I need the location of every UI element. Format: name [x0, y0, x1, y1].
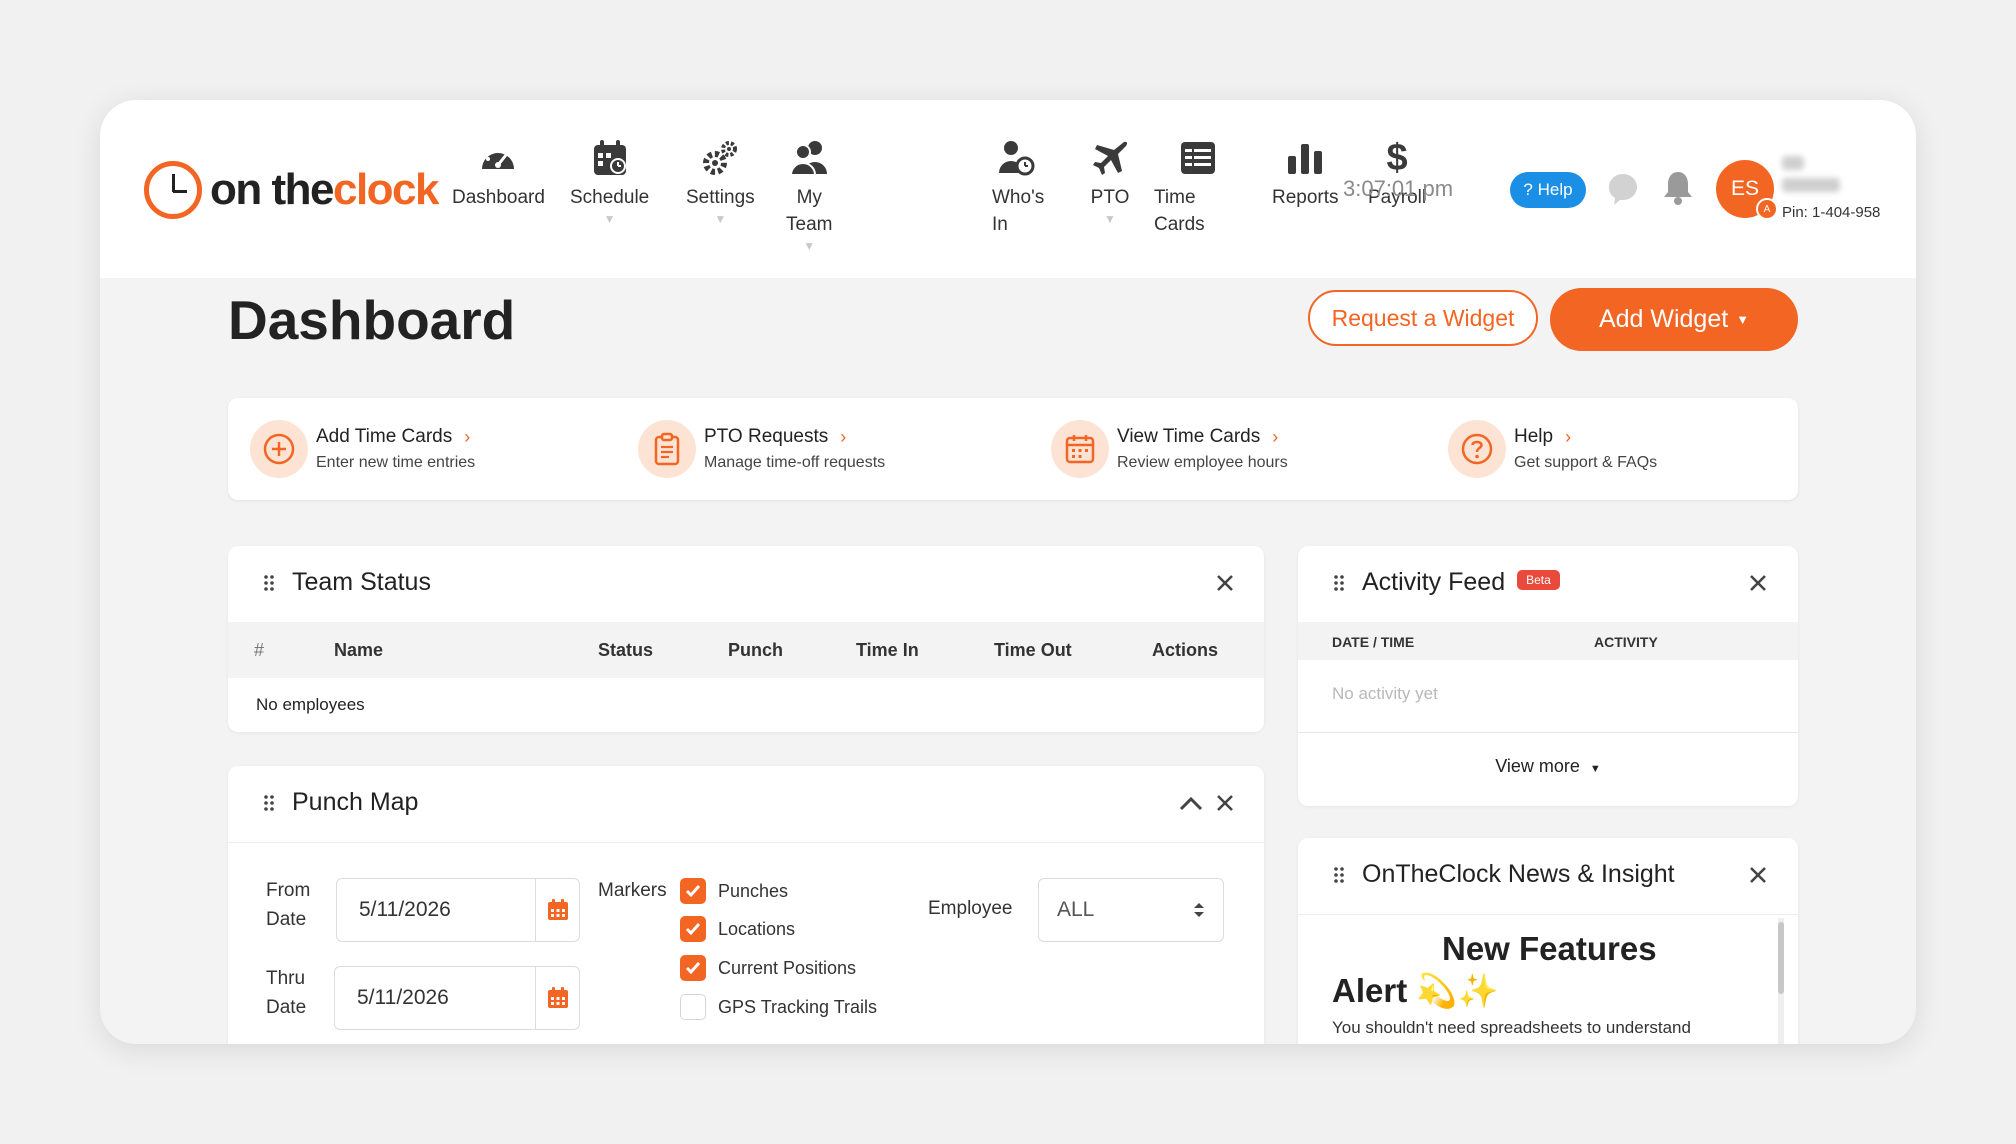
- activity-feed-widget: Activity Feed Beta DATE / TIME ACTIVITY N…: [1298, 546, 1798, 806]
- activity-feed-table-header: DATE / TIME ACTIVITY: [1298, 622, 1798, 660]
- notification-bell-icon[interactable]: [1662, 170, 1694, 211]
- employee-select[interactable]: ALL: [1038, 878, 1224, 942]
- page-title: Dashboard: [228, 289, 516, 351]
- question-circle-icon: [1448, 420, 1506, 478]
- pto-plane-icon: [1088, 136, 1132, 180]
- drag-handle-icon[interactable]: [264, 795, 274, 811]
- divider: [1298, 914, 1798, 915]
- drag-handle-icon[interactable]: [1334, 867, 1344, 883]
- news-title: OnTheClock News & Insight: [1362, 860, 1675, 888]
- close-icon[interactable]: [1745, 570, 1771, 596]
- thru-date-field[interactable]: 5/11/2026: [334, 966, 580, 1030]
- user-company-redacted: [1782, 178, 1840, 192]
- chevron-right-icon: ›: [1565, 426, 1572, 447]
- chevron-down-icon: ▼: [603, 212, 616, 226]
- news-body: You shouldn't need spreadsheets to under…: [1332, 1018, 1691, 1037]
- plus-circle-icon: [250, 420, 308, 478]
- nav-pto[interactable]: PTO ▼: [1088, 136, 1132, 225]
- settings-gears-icon: [698, 136, 742, 180]
- brand-logo[interactable]: on theclock: [144, 160, 440, 220]
- marker-punches-checkbox[interactable]: Punches: [680, 878, 788, 904]
- empty-state-text: No activity yet: [1332, 684, 1438, 703]
- brand-name: on theclock: [210, 165, 440, 214]
- schedule-calendar-icon: [588, 136, 632, 180]
- chevron-down-icon: ▼: [803, 239, 816, 253]
- chevron-right-icon: ›: [1272, 426, 1279, 447]
- avatar-role-badge: A: [1756, 198, 1778, 220]
- add-widget-button[interactable]: Add Widget ▼: [1550, 288, 1798, 351]
- from-date-field[interactable]: 5/11/2026: [336, 878, 580, 942]
- marker-current-positions-checkbox[interactable]: Current Positions: [680, 955, 856, 981]
- nav-my-team[interactable]: My Team ▼: [786, 136, 832, 252]
- nav-reports[interactable]: Reports: [1272, 136, 1339, 211]
- current-time: 3:07:01 pm: [1343, 176, 1454, 201]
- quick-link-help[interactable]: Help › Get support & FAQs: [1448, 420, 1657, 478]
- help-button[interactable]: ? Help: [1510, 172, 1586, 208]
- chevron-up-icon[interactable]: [1178, 790, 1204, 816]
- quick-links-bar: Add Time Cards › Enter new time entries P…: [228, 398, 1798, 500]
- drag-handle-icon[interactable]: [1334, 575, 1344, 591]
- chevron-down-icon: ▼: [1104, 212, 1116, 226]
- chevron-right-icon: ›: [464, 426, 471, 447]
- activity-feed-title: Activity Feed: [1362, 568, 1506, 596]
- nav-time-cards[interactable]: Time Cards: [1154, 136, 1224, 238]
- team-status-table-header: # Name Status Punch Time In Time Out Act…: [228, 622, 1264, 678]
- nav-whos-in[interactable]: Who's In: [992, 136, 1062, 238]
- close-icon[interactable]: [1212, 790, 1238, 816]
- dashboard-gauge-icon: [476, 136, 520, 180]
- request-widget-button[interactable]: Request a Widget: [1308, 290, 1538, 346]
- calendar-icon[interactable]: [535, 879, 579, 941]
- employee-label: Employee: [928, 898, 1013, 919]
- chat-bubble-icon[interactable]: [1608, 172, 1638, 211]
- whos-in-user-clock-icon: [994, 136, 1038, 180]
- marker-gps-trails-checkbox[interactable]: GPS Tracking Trails: [680, 994, 877, 1020]
- team-users-icon: [787, 136, 831, 180]
- marker-locations-checkbox[interactable]: Locations: [680, 916, 795, 942]
- thru-date-label: Thru Date: [266, 968, 307, 1018]
- clock-logo-icon: [144, 161, 202, 219]
- checkmark-icon[interactable]: [680, 878, 706, 904]
- calendar-icon: [1051, 420, 1109, 478]
- user-name-redacted: [1782, 156, 1804, 170]
- divider: [1298, 732, 1798, 733]
- top-header: on theclock Dashboard Schedule ▼ Setting…: [100, 100, 1916, 278]
- quick-link-view-time-cards[interactable]: View Time Cards › Review employee hours: [1051, 420, 1288, 478]
- sort-arrows-icon: [1194, 903, 1204, 917]
- markers-label: Markers: [598, 880, 667, 901]
- chevron-right-icon: ›: [840, 426, 847, 447]
- table-row: No employees: [228, 678, 1264, 732]
- punch-map-title: Punch Map: [292, 788, 419, 816]
- quick-link-pto-requests[interactable]: PTO Requests › Manage time-off requests: [638, 420, 885, 478]
- clipboard-icon: [638, 420, 696, 478]
- caret-down-icon: ▼: [1736, 312, 1750, 327]
- user-pin: Pin: 1-404-958: [1782, 204, 1881, 221]
- time-cards-table-icon: [1176, 136, 1220, 180]
- news-widget: OnTheClock News & Insight New Features A…: [1298, 838, 1798, 1044]
- team-status-widget: Team Status # Name Status Punch Time In …: [228, 546, 1264, 732]
- payroll-dollar-icon: $: [1386, 136, 1408, 179]
- punch-map-widget: Punch Map From Date 5/11/2026 Thru Date …: [228, 766, 1264, 1044]
- app-window: on theclock Dashboard Schedule ▼ Setting…: [100, 100, 1916, 1044]
- reports-bar-chart-icon: [1283, 136, 1327, 180]
- checkmark-icon[interactable]: [680, 916, 706, 942]
- news-headline: New Features Alert 💫✨: [1332, 930, 1657, 1009]
- chevron-down-icon: ▼: [714, 212, 727, 226]
- from-date-label: From Date: [266, 880, 311, 930]
- close-icon[interactable]: [1212, 570, 1238, 596]
- close-icon[interactable]: [1745, 862, 1771, 888]
- nav-schedule[interactable]: Schedule ▼: [570, 136, 649, 225]
- checkmark-icon[interactable]: [680, 955, 706, 981]
- calendar-icon[interactable]: [535, 967, 579, 1029]
- divider: [228, 842, 1264, 843]
- beta-badge: Beta: [1517, 570, 1560, 591]
- nav-settings[interactable]: Settings ▼: [686, 136, 755, 225]
- view-more-button[interactable]: View more ▼: [1298, 756, 1798, 777]
- scrollbar[interactable]: [1778, 918, 1784, 1044]
- quick-link-add-time-cards[interactable]: Add Time Cards › Enter new time entries: [250, 420, 475, 478]
- team-status-title: Team Status: [292, 568, 431, 596]
- nav-dashboard[interactable]: Dashboard: [452, 136, 545, 211]
- caret-down-icon: ▼: [1589, 763, 1601, 775]
- empty-state-text: No employees: [256, 695, 365, 714]
- drag-handle-icon[interactable]: [264, 575, 274, 591]
